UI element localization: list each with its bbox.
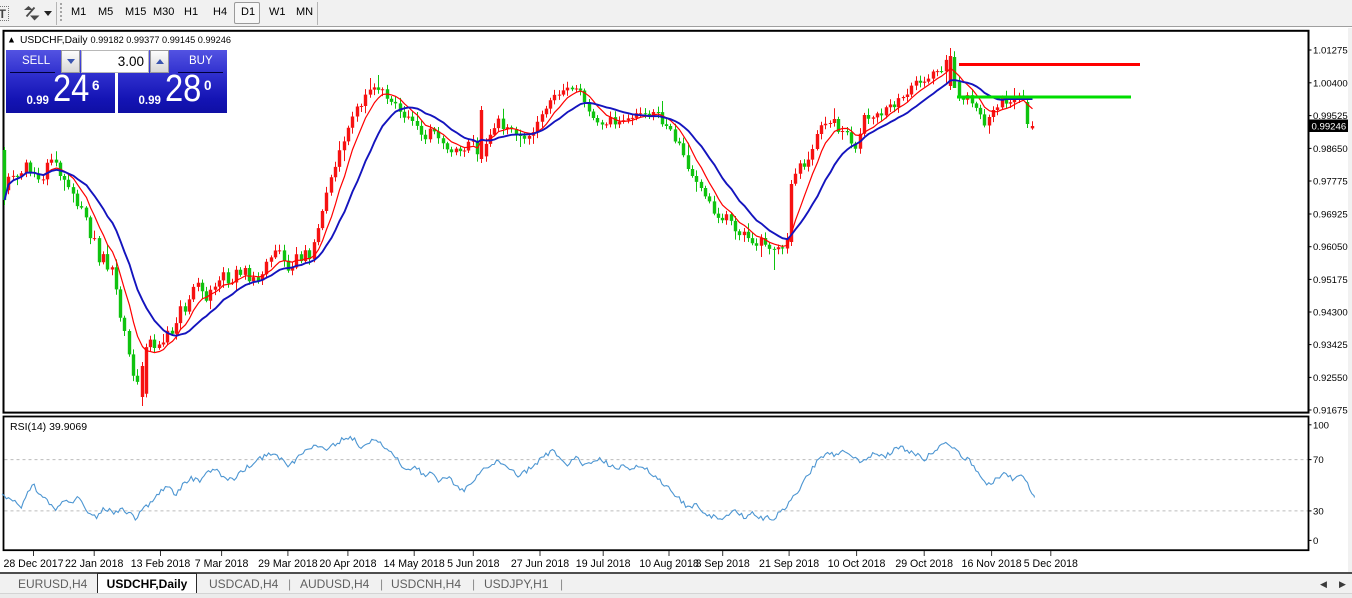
svg-text:7 Mar 2018: 7 Mar 2018: [195, 558, 249, 570]
svg-text:0.91675: 0.91675: [1313, 406, 1348, 417]
svg-text:22 Jan 2018: 22 Jan 2018: [65, 558, 123, 570]
svg-text:28 Dec 2017: 28 Dec 2017: [3, 558, 63, 570]
svg-text:5 Dec 2018: 5 Dec 2018: [1024, 558, 1078, 570]
svg-text:13 Feb 2018: 13 Feb 2018: [131, 558, 191, 570]
svg-text:27 Jun 2018: 27 Jun 2018: [511, 558, 569, 570]
svg-text:1.01275: 1.01275: [1313, 46, 1348, 57]
svg-text:10 Oct 2018: 10 Oct 2018: [828, 558, 886, 570]
svg-text:14 May 2018: 14 May 2018: [384, 558, 445, 570]
svg-text:19 Jul 2018: 19 Jul 2018: [576, 558, 631, 570]
svg-text:10 Aug 2018: 10 Aug 2018: [639, 558, 699, 570]
svg-text:29 Mar 2018: 29 Mar 2018: [258, 558, 318, 570]
svg-text:20 Apr 2018: 20 Apr 2018: [319, 558, 376, 570]
svg-text:5 Jun 2018: 5 Jun 2018: [447, 558, 500, 570]
svg-text:0.95175: 0.95175: [1313, 275, 1348, 286]
svg-text:0: 0: [1313, 536, 1318, 547]
svg-text:▲: ▲: [7, 35, 16, 45]
svg-text:30: 30: [1313, 506, 1324, 517]
svg-text:0.99246: 0.99246: [1312, 121, 1347, 132]
svg-text:0.97775: 0.97775: [1313, 177, 1348, 188]
svg-text:21 Sep 2018: 21 Sep 2018: [759, 558, 819, 570]
svg-text:1.00400: 1.00400: [1313, 78, 1348, 89]
svg-text:70: 70: [1313, 455, 1324, 466]
svg-text:29 Oct 2018: 29 Oct 2018: [895, 558, 953, 570]
svg-text:3 Sep 2018: 3 Sep 2018: [696, 558, 750, 570]
svg-text:0.96925: 0.96925: [1313, 210, 1348, 221]
svg-text:100: 100: [1313, 420, 1329, 431]
svg-text:0.92550: 0.92550: [1313, 373, 1348, 384]
svg-text:0.98650: 0.98650: [1313, 144, 1348, 155]
svg-text:USDCHF,Daily: USDCHF,Daily: [20, 35, 88, 46]
svg-text:0.96050: 0.96050: [1313, 242, 1348, 253]
svg-text:0.93425: 0.93425: [1313, 340, 1348, 351]
svg-text:16 Nov 2018: 16 Nov 2018: [962, 558, 1022, 570]
svg-text:0.99182 0.99377 0.99145 0.9924: 0.99182 0.99377 0.99145 0.99246: [91, 35, 232, 45]
svg-text:RSI(14) 39.9069: RSI(14) 39.9069: [10, 421, 87, 433]
svg-text:0.94300: 0.94300: [1313, 308, 1348, 319]
